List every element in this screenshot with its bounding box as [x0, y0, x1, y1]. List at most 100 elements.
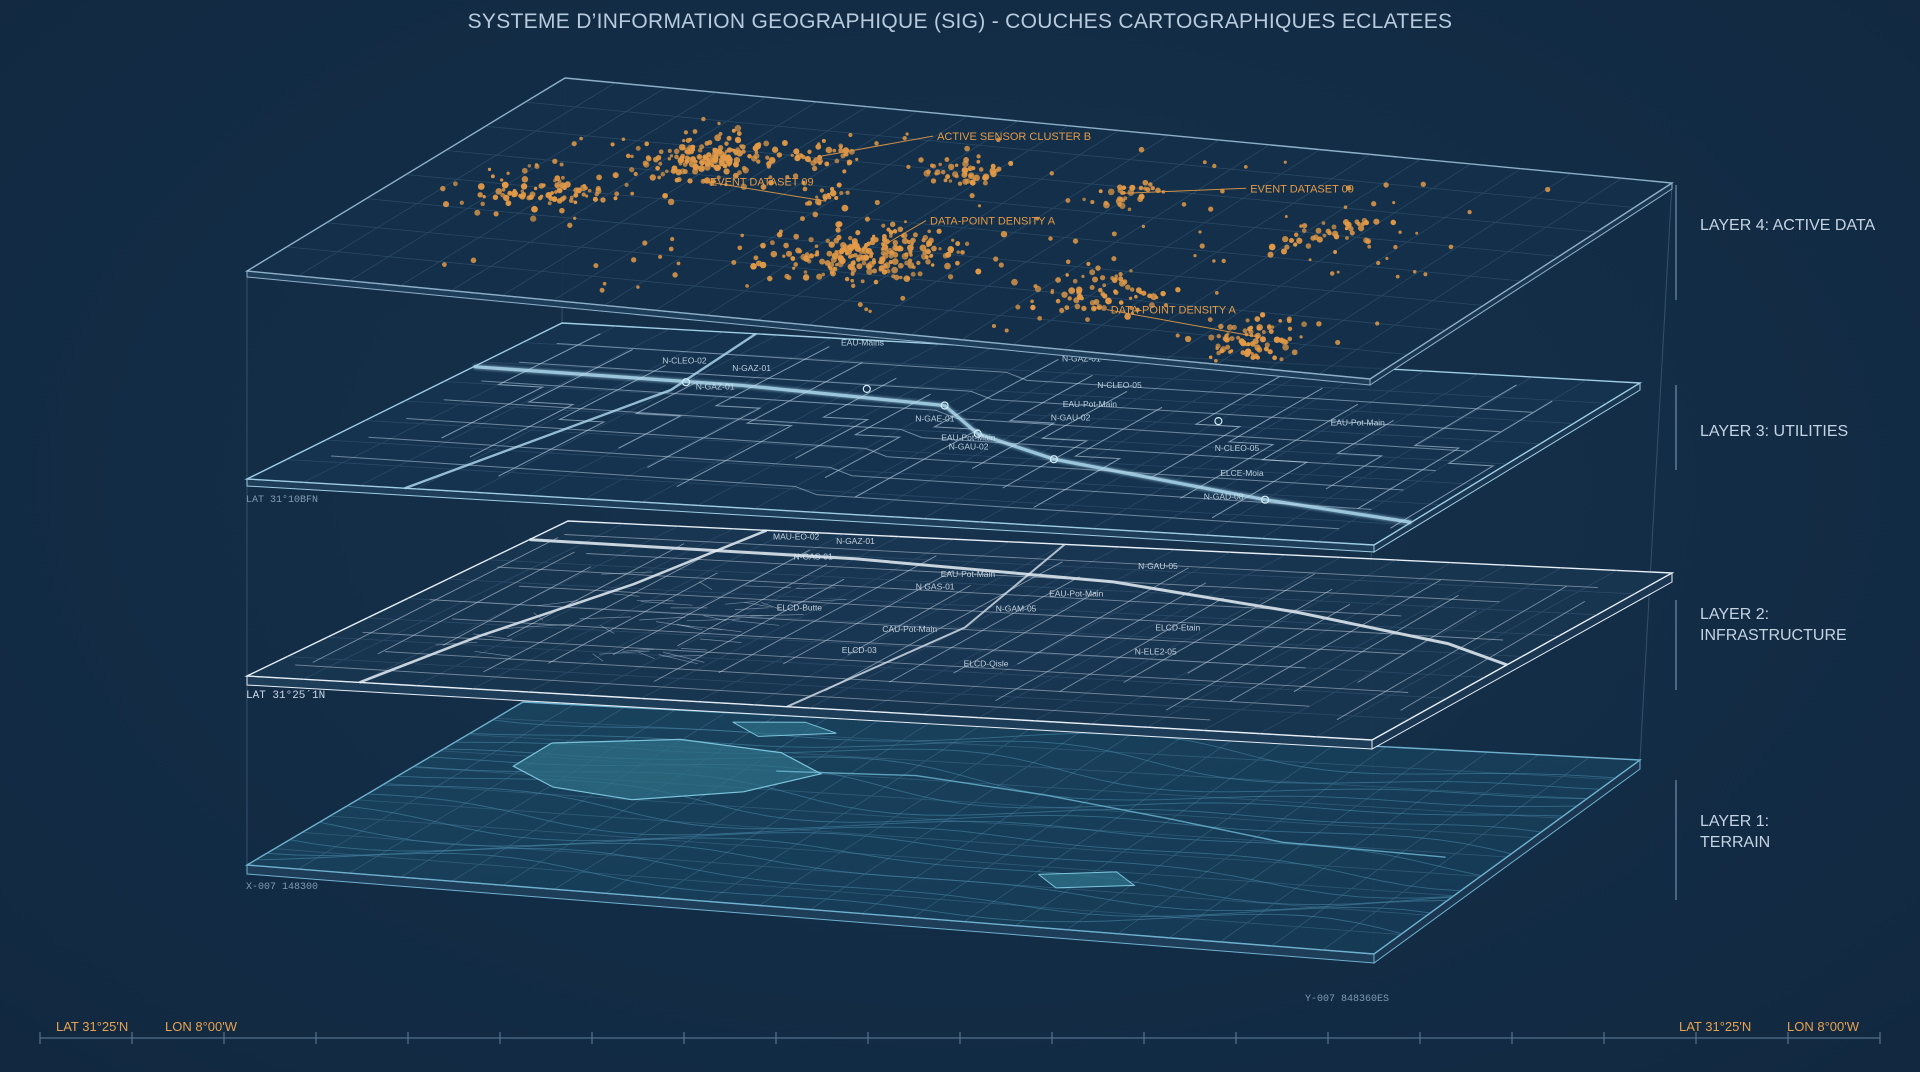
data-point — [784, 273, 790, 280]
data-point — [530, 215, 537, 222]
data-point — [881, 242, 885, 247]
data-point — [812, 211, 819, 218]
data-point — [882, 263, 888, 269]
data-point — [816, 200, 822, 206]
data-point — [873, 236, 879, 243]
layer-4-label: LAYER 4: ACTIVE DATA — [1700, 215, 1910, 236]
data-point — [759, 261, 767, 269]
data-point — [1138, 185, 1144, 191]
data-point — [674, 154, 679, 160]
data-point — [952, 171, 959, 178]
data-point — [726, 147, 733, 153]
data-point — [976, 159, 981, 164]
data-point — [676, 261, 681, 266]
data-point — [934, 169, 941, 176]
data-point — [554, 190, 558, 194]
data-point — [1212, 259, 1216, 263]
data-point — [1095, 265, 1101, 271]
data-point — [1127, 207, 1132, 212]
layer-1-left-code: X-007 148300 — [246, 882, 319, 893]
data-point — [587, 188, 592, 193]
data-point — [1293, 242, 1298, 247]
data-point — [842, 169, 847, 174]
infrastructure-label: N-GAU-05 — [1138, 561, 1178, 571]
data-point — [881, 223, 886, 228]
data-point — [907, 261, 915, 269]
infrastructure-label: MAU-EO-02 — [773, 531, 820, 541]
data-point — [833, 237, 840, 244]
layer-4-active-data-plane: ACTIVE SENSOR CLUSTER B EVENT DATASET 09 E… — [244, 77, 1675, 386]
layer-1-label-line-2: TERRAIN — [1700, 834, 1771, 851]
data-point — [571, 141, 577, 147]
data-point — [1128, 296, 1133, 300]
data-point — [717, 145, 724, 151]
data-point — [1373, 218, 1380, 225]
data-point — [668, 246, 674, 252]
data-point — [850, 253, 855, 259]
data-point — [1033, 284, 1038, 289]
data-point — [891, 266, 898, 274]
data-point — [1244, 351, 1251, 358]
data-point — [792, 266, 796, 270]
data-point — [930, 263, 935, 267]
data-point — [680, 158, 685, 163]
data-point — [1448, 244, 1454, 250]
data-point — [652, 156, 659, 163]
utility-label: N-GAE-01 — [915, 413, 954, 423]
data-point — [593, 263, 599, 269]
data-point — [1231, 324, 1237, 331]
data-point — [1068, 287, 1076, 294]
data-point — [776, 231, 783, 238]
data-point — [1316, 321, 1322, 327]
data-point — [976, 154, 981, 159]
data-point — [675, 169, 682, 176]
data-point — [881, 269, 888, 275]
data-point — [768, 157, 776, 164]
data-point — [847, 235, 853, 241]
data-point — [1138, 193, 1145, 200]
data-point — [1296, 237, 1303, 244]
layer-2-left-code: LAT 31°25´1N — [246, 690, 326, 702]
data-point — [624, 182, 629, 188]
data-point — [1250, 354, 1256, 361]
data-point — [500, 192, 506, 198]
data-point — [672, 272, 678, 278]
data-point — [1072, 278, 1078, 284]
infrastructure-label: N-GAZ-01 — [836, 536, 875, 546]
data-point — [718, 131, 723, 136]
data-point — [751, 155, 758, 162]
data-point — [810, 160, 817, 167]
data-point — [582, 184, 587, 188]
data-point — [955, 241, 961, 247]
data-point — [910, 237, 916, 244]
data-point — [1111, 231, 1117, 237]
data-point — [904, 252, 909, 257]
data-point — [527, 164, 532, 168]
data-point — [1147, 293, 1153, 299]
data-point — [948, 163, 955, 171]
data-point — [1086, 261, 1091, 266]
data-point — [835, 227, 841, 233]
data-point — [938, 247, 942, 251]
data-point — [1100, 305, 1107, 311]
data-point — [969, 192, 975, 199]
data-point — [799, 216, 806, 222]
data-point — [629, 166, 635, 173]
data-point — [878, 260, 882, 265]
data-point — [940, 169, 946, 175]
data-point — [916, 260, 921, 266]
data-point — [731, 128, 736, 133]
data-point — [781, 140, 788, 146]
data-point — [815, 195, 819, 199]
data-point — [808, 236, 814, 243]
data-point — [1208, 334, 1215, 341]
layer-2-label: LAYER 2: INFRASTRUCTURE — [1700, 604, 1910, 646]
data-point — [477, 192, 483, 198]
data-point — [905, 132, 909, 136]
data-point — [1393, 244, 1398, 250]
data-point — [864, 216, 870, 222]
data-point — [834, 195, 839, 201]
data-point — [825, 146, 833, 154]
data-point — [511, 190, 518, 198]
data-point — [554, 175, 561, 181]
